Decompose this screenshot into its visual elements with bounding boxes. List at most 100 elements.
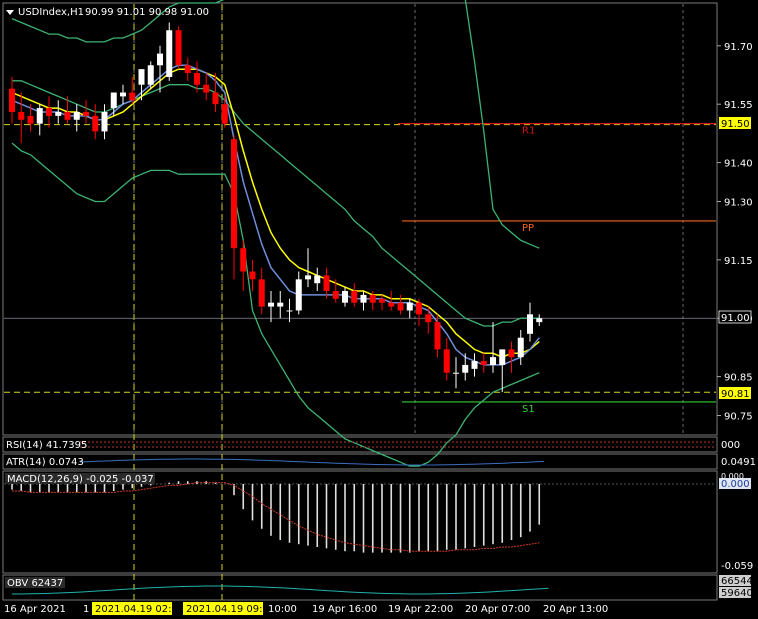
svg-text:91.00: 91.00	[721, 313, 750, 324]
candle-body	[462, 364, 469, 373]
candle-body	[351, 291, 358, 303]
candle-body	[453, 372, 459, 374]
candle-body	[138, 69, 145, 85]
candle-body	[231, 139, 237, 249]
time-tick-label: 1	[83, 604, 89, 615]
price-tick-label: 91.15	[724, 256, 753, 267]
macd-axis-bottom: -0.059	[721, 561, 753, 572]
candle-body	[536, 318, 543, 323]
obv-axis-top: 66544	[719, 575, 753, 587]
time-tick-label: 19 Apr 22:00	[388, 604, 453, 615]
candle-body	[480, 361, 487, 365]
candle-body	[9, 88, 15, 112]
candle-body	[369, 294, 376, 303]
candle-body	[92, 115, 99, 132]
macd-label: MACD(12,26,9) -0.025 -0.037	[7, 474, 154, 485]
candle-body	[83, 111, 89, 116]
candle-body	[268, 302, 274, 307]
obv-axis-bottom: 59640	[719, 587, 753, 599]
price-label-current: 91.00	[718, 310, 752, 324]
candle-body	[64, 111, 71, 120]
candle-body	[332, 291, 339, 299]
rsi-label: RSI(14) 41.7395	[6, 440, 87, 451]
candle-body	[249, 271, 256, 280]
candle-body	[203, 84, 210, 93]
candle-body	[221, 104, 228, 124]
candle-body	[110, 92, 117, 109]
candle	[166, 22, 173, 81]
candle-body	[157, 53, 163, 66]
price-tick-label: 91.55	[724, 100, 753, 111]
symbol-title: USDIndex,H1	[18, 7, 84, 18]
chart-canvas[interactable]: R1 PP S1 USDIndex,H1 90.99 91.01 90.98 91.…	[0, 0, 758, 619]
candle-body	[129, 92, 136, 101]
candle-body	[416, 302, 422, 315]
price-tick-label: 91.70	[724, 42, 753, 53]
time-tick-label: 16 Apr 2021	[4, 604, 66, 615]
candle-body	[295, 279, 302, 311]
candle-body	[36, 108, 43, 124]
candle-body	[212, 92, 219, 105]
candle-body	[323, 275, 330, 291]
candle-body	[175, 30, 182, 66]
candle-body	[360, 294, 367, 303]
candle-body	[388, 302, 395, 307]
pivot-label-r1: R1	[522, 126, 535, 137]
price-tick-label: 91.40	[724, 159, 753, 170]
candle	[175, 26, 182, 70]
ohlc-values: 90.99 91.01 90.98 91.00	[85, 7, 209, 18]
time-tick-label: 19 Apr 16:00	[312, 604, 377, 615]
svg-text:0.000: 0.000	[721, 479, 750, 490]
obv-label: OBV 62437	[7, 578, 63, 589]
candle-body	[46, 108, 52, 116]
candle-body	[147, 65, 154, 85]
time-crosshair-label: 2021.04.19 09:00	[186, 604, 275, 615]
price-label-r1: 91.50	[719, 117, 751, 130]
candle-body	[517, 337, 524, 358]
candle-body	[499, 349, 506, 365]
time-tick-label: 20 Apr 13:00	[543, 604, 608, 615]
price-tick-label: 90.75	[724, 412, 753, 423]
candle-body	[27, 115, 34, 124]
time-crosshair-label: 2021.04.19 02:00	[95, 604, 184, 615]
macd-label-box: MACD(12,26,9) -0.025 -0.037	[5, 473, 155, 485]
svg-text:66544: 66544	[721, 576, 753, 587]
candle-body	[184, 65, 191, 74]
candle-body	[286, 310, 293, 312]
candle-body	[120, 92, 126, 97]
rsi-axis-label: 000	[721, 440, 740, 451]
time-tick-label: 10:00	[268, 604, 297, 615]
candle-body	[508, 349, 515, 358]
candle-body	[397, 302, 404, 311]
candle-body	[55, 111, 62, 116]
candle-body	[425, 314, 432, 323]
candle-body	[166, 30, 173, 77]
candle-body	[527, 314, 533, 334]
candle-body	[240, 248, 247, 272]
candle-body	[443, 349, 450, 373]
atr-axis-label: 0.0491	[721, 457, 756, 468]
pivot-label-pp: PP	[522, 223, 534, 234]
candle-body	[258, 279, 265, 307]
obv-label-box: OBV 62437	[5, 577, 65, 589]
candle-body	[194, 73, 200, 85]
candle-body	[342, 291, 348, 303]
pivot-label-s1: S1	[522, 404, 535, 415]
candle-body	[379, 298, 385, 303]
candle-body	[101, 111, 108, 132]
price-label-s1: 90.81	[719, 387, 751, 400]
candle-body	[277, 302, 284, 307]
atr-label: ATR(14) 0.0743	[6, 457, 84, 468]
candle-body	[18, 111, 25, 120]
price-tick-label: 91.30	[724, 197, 753, 208]
candle-body	[314, 275, 321, 284]
svg-text:90.81: 90.81	[721, 389, 750, 400]
candle-body	[490, 357, 496, 365]
price-tick-label: 90.85	[724, 373, 753, 384]
candle-body	[471, 361, 478, 369]
time-tick-label: 20 Apr 07:00	[465, 604, 530, 615]
candle-body	[73, 111, 80, 120]
svg-text:59640: 59640	[721, 588, 753, 599]
candle	[147, 61, 154, 89]
candle-body	[305, 275, 311, 280]
